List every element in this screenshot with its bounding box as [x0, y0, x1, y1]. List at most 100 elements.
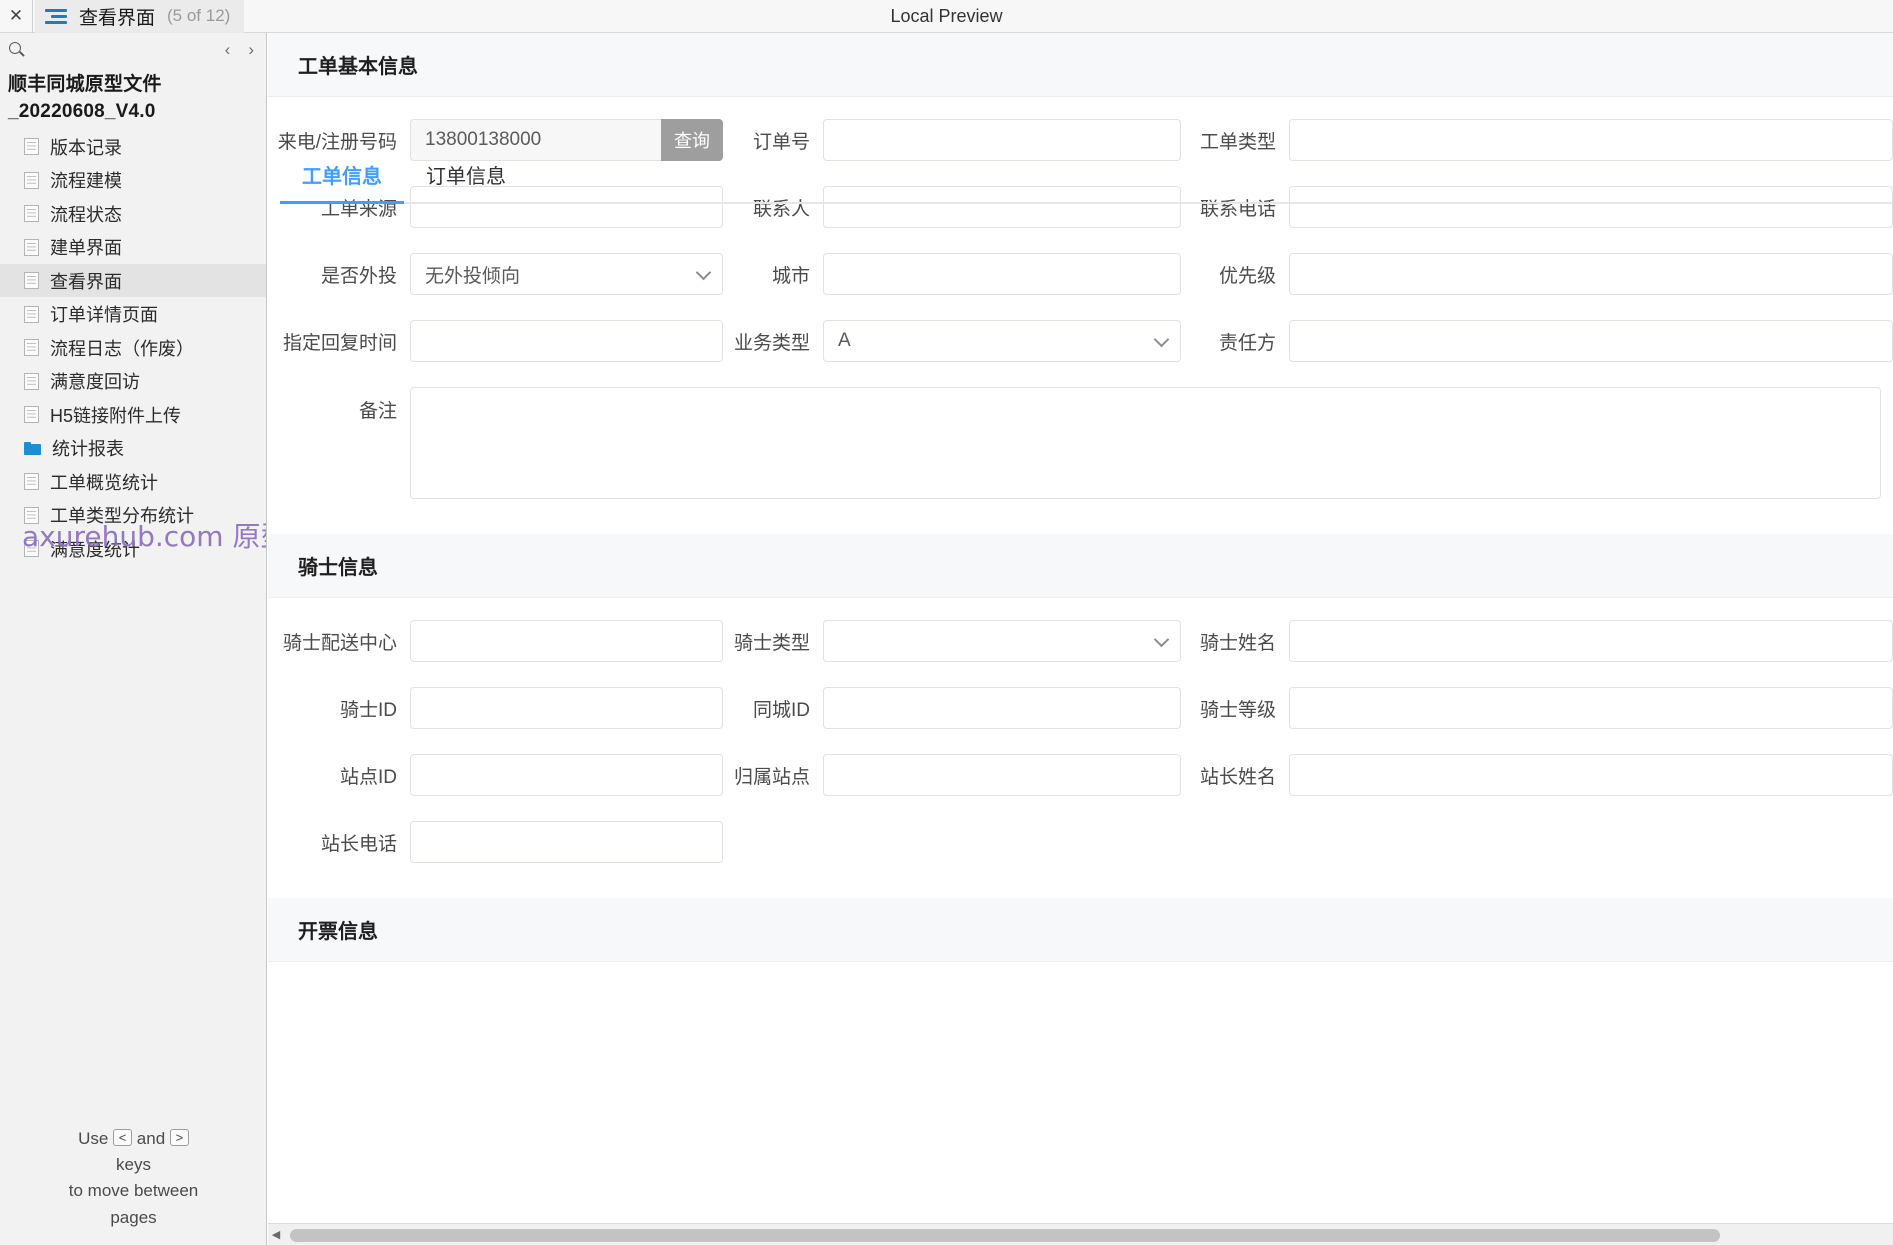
form-field: 备注 — [268, 387, 1893, 499]
sidebar: ‹ › 顺丰同城原型文件_20220608_V4.0 版本记录流程建模流程状态建… — [0, 33, 267, 1245]
sidebar-item-label: 流程建模 — [50, 171, 122, 192]
tab-0[interactable]: 工单信息 — [280, 146, 404, 204]
page-icon — [24, 406, 39, 424]
close-icon[interactable]: ✕ — [0, 0, 32, 33]
field-label: 骑士类型 — [733, 632, 810, 654]
form-field: 责任方 — [1181, 320, 1893, 362]
tab-1[interactable]: 订单信息 — [404, 146, 528, 202]
key-prev: < — [113, 1128, 133, 1146]
sidebar-item-12[interactable]: 满意度统计 — [0, 532, 266, 566]
sidebar-item-9[interactable]: 统计报表 — [0, 431, 266, 465]
sidebar-item-0[interactable]: 版本记录 — [0, 130, 266, 164]
form-row: 站长电话 — [268, 821, 1893, 863]
prototype-page: 工单信息 订单信息 工单基本信息 来电/注册号码 13800138000 查询 订单号 工单… — [268, 33, 1893, 1223]
form-row: 备注 — [268, 387, 1893, 499]
form-field: 同城ID — [723, 687, 1181, 729]
page-icon — [24, 238, 39, 256]
text-input[interactable] — [1289, 253, 1893, 295]
chevron-down-icon — [695, 264, 712, 281]
select-control[interactable]: 无外投倾向 — [410, 253, 723, 295]
field-label: 骑士等级 — [1199, 699, 1276, 721]
section-title-1: 骑士信息 — [268, 534, 1893, 598]
text-input[interactable] — [410, 687, 723, 729]
scroll-left-icon[interactable]: ◀ — [268, 1224, 284, 1245]
field-label: 站点ID — [339, 766, 397, 788]
sidebar-item-label: 满意度统计 — [50, 539, 140, 560]
field-label: 是否外投 — [320, 265, 397, 287]
sidebar-item-10[interactable]: 工单概览统计 — [0, 465, 266, 499]
sidebar-item-11[interactable]: 工单类型分布统计 — [0, 498, 266, 532]
form-row: 站点ID 归属站点 站长姓名 — [268, 754, 1893, 796]
sidebar-item-label: 订单详情页面 — [50, 305, 158, 326]
field-label: 优先级 — [1218, 265, 1276, 287]
sidebar-item-label: 流程状态 — [50, 204, 122, 225]
field-label: 骑士姓名 — [1199, 632, 1276, 654]
sidebar-item-label: 满意度回访 — [50, 372, 140, 393]
scrollbar-track[interactable] — [284, 1224, 1893, 1245]
page-icon — [24, 506, 39, 524]
search-icon[interactable] — [8, 41, 26, 59]
field-label: 业务类型 — [733, 332, 810, 354]
text-input[interactable] — [1289, 687, 1893, 729]
section-body-1: 骑士配送中心 骑士类型 骑士姓名 骑士ID 同城ID 骑士等级 站点ID 归属站点 站长姓名 站长… — [268, 598, 1893, 898]
text-input[interactable] — [1289, 320, 1893, 362]
sidebar-item-6[interactable]: 流程日志（作废） — [0, 331, 266, 365]
chevron-down-icon — [1153, 631, 1170, 648]
sidebar-pager: ‹ › — [225, 41, 254, 58]
field-value: A — [838, 330, 851, 351]
field-label: 城市 — [771, 265, 810, 287]
field-label: 指定回复时间 — [282, 332, 397, 354]
sidebar-item-7[interactable]: 满意度回访 — [0, 364, 266, 398]
page-icon — [24, 171, 39, 189]
text-input[interactable] — [410, 821, 723, 863]
text-input[interactable] — [823, 754, 1181, 796]
text-input[interactable] — [1289, 620, 1893, 662]
sidebar-item-label: 建单界面 — [50, 238, 122, 259]
key-next: > — [169, 1128, 189, 1146]
sidebar-item-1[interactable]: 流程建模 — [0, 163, 266, 197]
field-label: 归属站点 — [733, 766, 810, 788]
sidebar-item-5[interactable]: 订单详情页面 — [0, 297, 266, 331]
nav-hint-line4: pages — [110, 1207, 157, 1227]
sidebar-toolbar: ‹ › — [0, 33, 266, 66]
form-row: 是否外投 无外投倾向 城市 优先级 — [268, 253, 1893, 295]
field-label: 责任方 — [1218, 332, 1276, 354]
text-input[interactable] — [410, 320, 723, 362]
project-title: 顺丰同城原型文件_20220608_V4.0 — [8, 74, 162, 122]
field-label: 同城ID — [752, 699, 810, 721]
field-label: 骑士配送中心 — [282, 632, 397, 654]
current-page-chip[interactable]: 查看界面 (5 of 12) — [35, 0, 245, 33]
field-label: 备注 — [358, 401, 397, 422]
select-control[interactable] — [823, 620, 1181, 662]
tab-bar: 工单信息 订单信息 — [280, 142, 1893, 204]
form-field: 是否外投 无外投倾向 — [268, 253, 723, 295]
preview-canvas: 工单信息 订单信息 工单基本信息 来电/注册号码 13800138000 查询 订单号 工单… — [268, 33, 1893, 1245]
text-input[interactable] — [410, 754, 723, 796]
text-input[interactable] — [1289, 754, 1893, 796]
page-icon — [24, 305, 39, 323]
form-field: 骑士ID — [268, 687, 723, 729]
remarks-textarea[interactable] — [410, 387, 1881, 499]
prev-page-icon[interactable]: ‹ — [225, 41, 231, 58]
sidebar-item-label: H5链接附件上传 — [50, 405, 182, 426]
sidebar-item-label: 工单概览统计 — [50, 472, 158, 493]
sidebar-item-3[interactable]: 建单界面 — [0, 230, 266, 264]
current-page-name: 查看界面 — [79, 7, 156, 29]
page-icon — [24, 205, 39, 223]
text-input[interactable] — [823, 687, 1181, 729]
hamburger-icon[interactable] — [45, 8, 67, 24]
form-field: 骑士类型 — [723, 620, 1181, 662]
sidebar-item-4[interactable]: 查看界面 — [0, 263, 266, 298]
form-field: 业务类型 A — [723, 320, 1181, 362]
sidebar-item-2[interactable]: 流程状态 — [0, 197, 266, 231]
page-icon — [24, 372, 39, 390]
sidebar-item-label: 工单类型分布统计 — [50, 506, 194, 527]
select-control[interactable]: A — [823, 320, 1181, 362]
horizontal-scrollbar[interactable]: ◀ — [268, 1223, 1893, 1245]
next-page-icon[interactable]: › — [248, 41, 254, 58]
sidebar-item-8[interactable]: H5链接附件上传 — [0, 398, 266, 432]
text-input[interactable] — [410, 620, 723, 662]
text-input[interactable] — [823, 253, 1181, 295]
folder-icon — [24, 441, 41, 456]
scrollbar-thumb[interactable] — [290, 1228, 1720, 1242]
